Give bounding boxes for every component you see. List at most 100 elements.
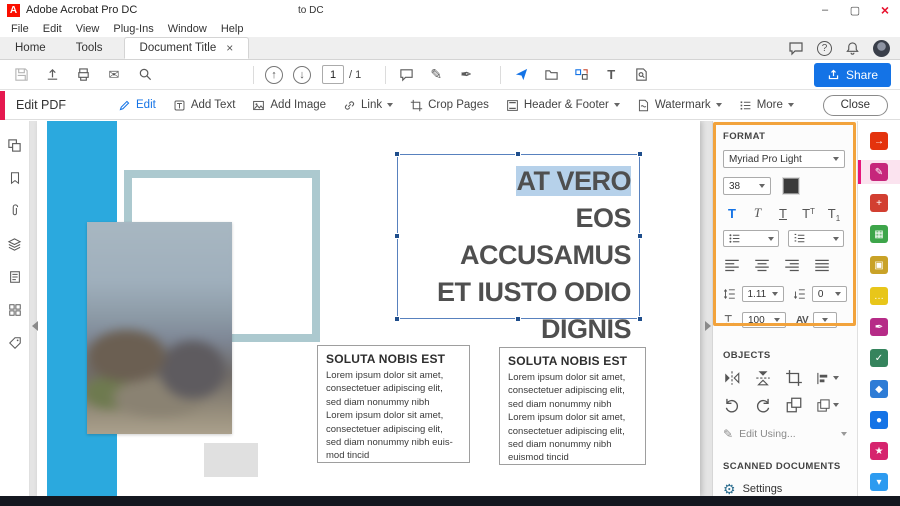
rotate-left-icon[interactable]: [723, 396, 741, 414]
highlight-pen-icon[interactable]: ✎: [424, 63, 448, 87]
close-document-icon[interactable]: ×: [226, 41, 233, 55]
close-edit-pdf-button[interactable]: Close: [823, 95, 888, 116]
replace-image-icon[interactable]: [785, 396, 803, 414]
flip-vertical-icon[interactable]: [754, 369, 772, 387]
feedback-icon[interactable]: [788, 40, 804, 56]
menu-help[interactable]: Help: [214, 23, 251, 35]
resize-handle-ne[interactable]: [637, 151, 643, 157]
align-justify-icon[interactable]: [813, 257, 831, 275]
menu-plugins[interactable]: Plug-Ins: [106, 23, 160, 35]
organize-pages-rail-icon[interactable]: ▦: [858, 222, 900, 246]
selected-text-block[interactable]: AT VERO EOS ACCUSAMUS ET IUSTO ODIO DIGN…: [397, 154, 640, 319]
arrange-button[interactable]: [816, 398, 839, 413]
line-spacing-select[interactable]: 1.11: [742, 286, 785, 302]
email-icon[interactable]: ✉: [102, 63, 126, 87]
protect-icon[interactable]: ◆: [858, 377, 900, 401]
maximize-button[interactable]: ▢: [840, 0, 870, 20]
tab-home[interactable]: Home: [0, 37, 61, 59]
menu-view[interactable]: View: [69, 23, 107, 35]
save-icon[interactable]: [9, 63, 33, 87]
close-window-button[interactable]: ×: [870, 0, 900, 20]
resize-handle-e[interactable]: [637, 233, 643, 239]
previous-page-icon[interactable]: ↑: [262, 63, 286, 87]
bold-button[interactable]: T: [723, 206, 741, 221]
resize-handle-se[interactable]: [637, 316, 643, 322]
watermark-button[interactable]: Watermark: [637, 99, 722, 112]
document-canvas[interactable]: AT VERO EOS ACCUSAMUS ET IUSTO ODIO DIGN…: [30, 121, 712, 496]
prepare-form-icon[interactable]: ✓: [858, 346, 900, 370]
crop-pages-button[interactable]: Crop Pages: [410, 99, 489, 112]
send-for-comments-icon[interactable]: ●: [858, 408, 900, 432]
subscript-button[interactable]: T1: [825, 206, 843, 221]
add-text-tool-icon[interactable]: T: [599, 63, 623, 87]
share-button[interactable]: Share: [814, 63, 891, 87]
collapse-left-panel-handle[interactable]: [30, 313, 39, 339]
resize-handle-sw[interactable]: [394, 316, 400, 322]
print-icon[interactable]: [71, 63, 95, 87]
menu-edit[interactable]: Edit: [36, 23, 69, 35]
horizontal-scale-select[interactable]: 100: [742, 312, 786, 328]
collapse-right-panel-handle[interactable]: [703, 313, 712, 339]
rotate-right-icon[interactable]: [754, 396, 772, 414]
export-pdf-icon[interactable]: →: [858, 129, 900, 153]
edit-tool-button[interactable]: Edit: [118, 99, 156, 112]
scan-settings-button[interactable]: ⚙ Settings: [723, 482, 847, 496]
create-pdf-icon[interactable]: +: [858, 191, 900, 215]
superscript-button[interactable]: TT: [800, 206, 818, 221]
resize-handle-w[interactable]: [394, 233, 400, 239]
upload-icon[interactable]: [40, 63, 64, 87]
align-objects-button[interactable]: [816, 371, 839, 386]
tags-icon[interactable]: [5, 333, 25, 353]
resize-handle-nw[interactable]: [394, 151, 400, 157]
align-left-icon[interactable]: [723, 257, 741, 275]
fill-sign-icon[interactable]: ✒: [858, 315, 900, 339]
combine-files-icon[interactable]: ▣: [858, 253, 900, 277]
signature-icon[interactable]: ✒: [454, 63, 478, 87]
attachments-icon[interactable]: [5, 201, 25, 221]
font-family-select[interactable]: Myriad Pro Light: [723, 150, 845, 168]
help-icon[interactable]: ?: [817, 41, 832, 56]
tab-document[interactable]: Document Title ×: [124, 37, 250, 59]
add-image-button[interactable]: Add Image: [252, 99, 326, 112]
align-right-icon[interactable]: [783, 257, 801, 275]
minimize-button[interactable]: –: [810, 0, 840, 20]
link-button[interactable]: Link: [343, 99, 393, 112]
zoom-search-icon[interactable]: [133, 63, 157, 87]
selected-heading-text[interactable]: AT VERO: [516, 166, 631, 196]
text-column-2[interactable]: SOLUTA NOBIS EST Lorem ipsum dolor sit a…: [499, 347, 646, 465]
stamp-icon[interactable]: ★: [858, 439, 900, 463]
resize-handle-n[interactable]: [515, 151, 521, 157]
content-icon[interactable]: [5, 267, 25, 287]
add-text-button[interactable]: Add Text: [173, 99, 236, 112]
edit-pdf-icon[interactable]: ✎: [858, 160, 900, 184]
layers-icon[interactable]: [5, 234, 25, 254]
next-page-icon[interactable]: ↓: [290, 63, 314, 87]
bullet-list-button[interactable]: [723, 230, 779, 247]
menu-window[interactable]: Window: [161, 23, 214, 35]
organize-pages-icon[interactable]: [569, 63, 593, 87]
crop-object-icon[interactable]: [785, 369, 803, 387]
pdf-page[interactable]: AT VERO EOS ACCUSAMUS ET IUSTO ODIO DIGN…: [37, 121, 700, 496]
send-for-signature-icon[interactable]: [509, 63, 533, 87]
comment-rail-icon[interactable]: …: [858, 284, 900, 308]
font-color-swatch[interactable]: [783, 178, 799, 194]
menu-file[interactable]: File: [4, 23, 36, 35]
edit-using-button[interactable]: ✎ Edit Using...: [723, 427, 847, 441]
page-number-input[interactable]: 1: [322, 65, 344, 84]
page-photo[interactable]: [87, 222, 232, 434]
numbered-list-button[interactable]: [788, 230, 844, 247]
flip-horizontal-icon[interactable]: [723, 369, 741, 387]
more-button[interactable]: More: [739, 99, 794, 112]
find-text-icon[interactable]: [629, 63, 653, 87]
comment-icon[interactable]: [394, 63, 418, 87]
font-size-select[interactable]: 38: [723, 177, 771, 195]
kerning-select[interactable]: [813, 312, 837, 328]
header-footer-button[interactable]: Header & Footer: [506, 99, 620, 112]
open-file-icon[interactable]: [539, 63, 563, 87]
tab-tools[interactable]: Tools: [61, 37, 118, 59]
notifications-bell-icon[interactable]: [845, 41, 860, 56]
underline-button[interactable]: T: [774, 206, 792, 221]
more-tools-icon[interactable]: ▾: [858, 470, 900, 494]
italic-button[interactable]: T: [749, 205, 767, 221]
user-avatar[interactable]: [873, 40, 890, 57]
